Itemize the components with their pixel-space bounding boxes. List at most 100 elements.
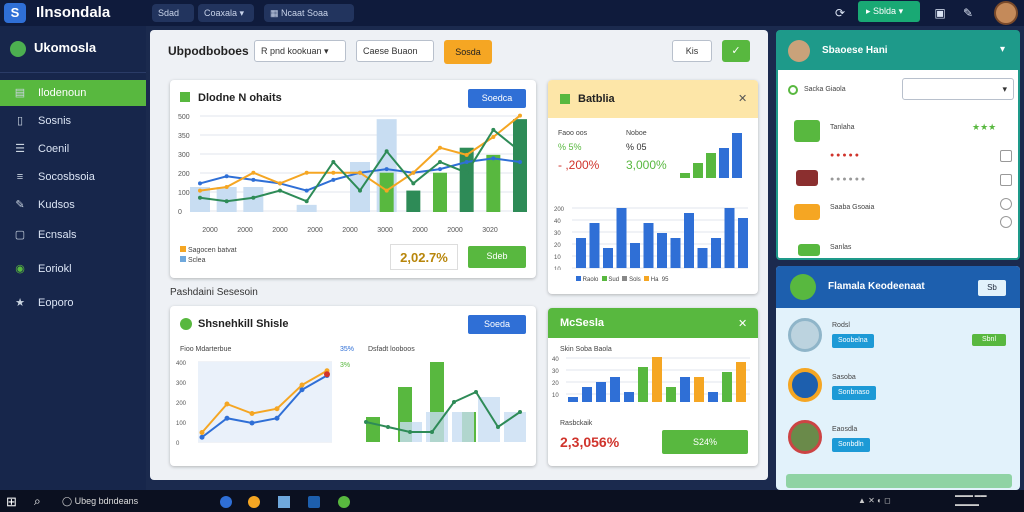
card4-title: McSesla [560,317,605,329]
check-button[interactable]: ✓ [722,40,750,62]
search-icon[interactable]: ⌕ [34,494,41,509]
refresh-icon[interactable]: ⟳ [832,5,848,21]
mini-bar [732,133,742,178]
card3-button[interactable]: Soeda [468,315,526,334]
card1-button[interactable]: Soedca [468,89,526,108]
y-tick-label: 300 [178,152,190,159]
sidebar-item-6[interactable]: ◉ Eoriokl [0,256,146,282]
card3-left-title: Fioo Mdarterbue [180,346,232,353]
tools-icon[interactable]: ✎ [960,5,976,21]
data-point [384,167,389,172]
sidebar-item-5[interactable]: ▢ Ecnsals [0,222,146,248]
sidebar-item-0[interactable]: ▤ Ilodenoun [0,80,146,106]
mail-icon[interactable] [308,496,320,508]
rp1-header [778,32,1018,70]
list-icon: ☰ [15,143,25,155]
clock[interactable]: ▬▬▬ ▬▬ ▬▬▬▬ [955,492,1015,510]
data-point [518,160,522,164]
data-point [251,170,256,175]
doc-icon: ▯ [16,115,24,127]
card2-label-2: Noboe [626,130,647,137]
bg-bar [350,162,370,212]
data-point [304,188,309,193]
x-tick-label: 3020 [482,227,498,234]
sidebar-item-1[interactable]: ▯ Sosnis [0,108,146,134]
sidebar-item-3[interactable]: ≡ Socosbsoia [0,164,146,190]
card1-button-2[interactable]: Sdeb [468,246,526,268]
rp1-select[interactable]: ▾ [902,78,1014,100]
rp2-button[interactable]: Sb [978,280,1006,296]
icon-button[interactable]: Kis [672,40,712,62]
data-point [274,415,280,421]
folder-icon[interactable] [278,496,290,508]
tray-icons[interactable]: ▲ ✕ ◐ ◻ [858,496,891,505]
avatar[interactable] [994,1,1018,25]
browser-icon[interactable] [248,496,260,508]
x-tick-label: 2000 [447,227,463,234]
bar [643,223,654,268]
rp2-row-button-1[interactable]: Sonbnaso [832,386,876,400]
mini-bar [706,153,716,178]
sidebar-item-4[interactable]: ✎ Kudsos [0,192,146,218]
y-tick-label: 40 [554,219,561,225]
rp1-row-icon-3 [798,244,820,256]
data-point [199,430,205,435]
x-tick-label: 2000 [237,227,253,234]
bar [616,208,627,268]
sidebar-brand[interactable]: Ukomosla [10,40,140,62]
card4-button[interactable]: S24% [662,430,748,454]
top-action-button[interactable]: ▸ Sblda ▾ [858,1,920,22]
rp1-check-2[interactable] [1000,174,1012,186]
windows-icon[interactable]: ⊞ [6,494,17,510]
rp2-footer-bar[interactable] [786,474,1012,488]
data-point [251,177,256,182]
close-icon[interactable]: ✕ [738,92,747,105]
data-point [249,411,255,416]
rp2-row-button-2[interactable]: Sonbdln [832,438,870,452]
top-chip-1[interactable]: Sdad [152,4,194,22]
search-select[interactable]: R pnd kookuan ▾ [254,40,346,62]
orange-button[interactable]: Sosda [444,40,492,64]
bar [624,392,634,402]
sidebar-item-2[interactable]: ☰ Coenil [0,136,146,162]
data-point [491,127,496,132]
card3-left-chart: 400 300 200 100 0 [176,361,332,447]
rp1-radio-2[interactable] [1000,216,1012,228]
bar [638,367,648,402]
taskbar-search[interactable]: ◯ Ubeg bdndeans [62,496,138,507]
chevron-down-icon[interactable]: ▾ [1000,44,1005,55]
top-dropdown[interactable]: Coaxala ▾ [198,4,254,22]
data-point [518,149,522,154]
field-input[interactable]: Caese Buaon [356,40,434,62]
data-point [496,425,500,429]
bar [513,119,527,212]
taskbar-app-1-icon[interactable] [220,496,232,508]
menu-icon: ≡ [16,171,24,183]
data-point [304,199,309,204]
card4-chart: 40 30 20 10 [552,357,750,402]
rp2-row-avatar-2 [788,420,822,454]
rp2-icon [790,274,816,300]
clipboard-icon[interactable]: ▣ [932,5,948,21]
data-point [278,188,282,193]
top-chip-3[interactable]: ▦ Ncaat Soaa [264,4,354,22]
bg-bar [296,204,317,212]
rp2-row-side-0[interactable]: Sbnl [972,334,1006,346]
rp1-check-1[interactable] [1000,150,1012,162]
rp1-title: Sbaoese Hani [822,45,888,56]
data-point [438,167,442,172]
rp1-row-2: ● ● ● ● ● ● [830,176,866,183]
x-tick-label: 2000 [272,227,288,234]
taskbar-app-5-icon[interactable] [338,496,350,508]
rp2-row-button-0[interactable]: Soobelna [832,334,874,348]
sidebar-item-7[interactable]: ★ Eoporo [0,290,146,316]
rp1-row-4: Sanlas [830,244,852,251]
data-point [331,170,336,175]
rp1-radio-1[interactable] [1000,198,1012,210]
app-logo[interactable]: S [4,3,26,23]
close-icon-2[interactable]: ✕ [738,317,747,330]
rp1-row-icon-0 [794,120,820,142]
area-bar [452,412,474,442]
data-point [251,195,256,200]
data-point [452,400,456,404]
